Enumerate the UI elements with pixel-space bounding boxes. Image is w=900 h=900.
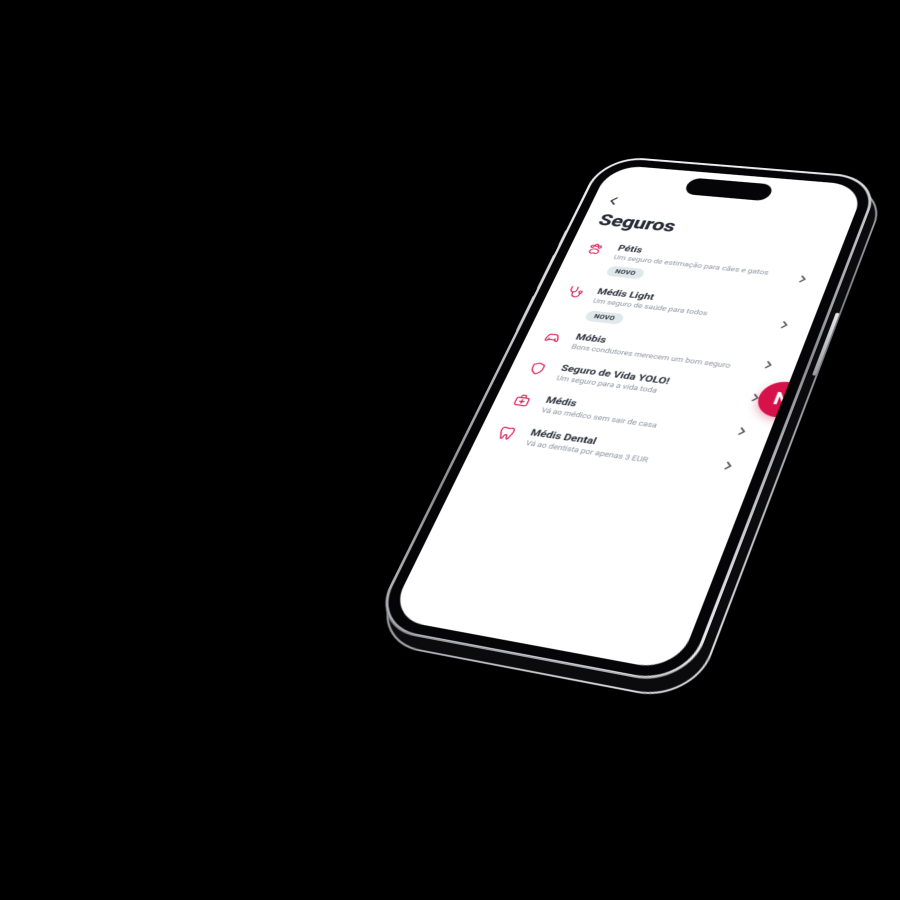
new-badge: NOVO <box>584 310 625 325</box>
chevron-right-icon <box>778 320 795 330</box>
stethoscope-icon <box>561 284 587 301</box>
paw-icon <box>582 241 608 257</box>
floating-action-label: N <box>770 389 793 410</box>
car-icon <box>539 328 566 346</box>
list-item[interactable]: Médis Vá ao médico sem sair de casa <box>507 390 756 443</box>
shield-icon <box>524 359 551 377</box>
phone-mockup: N Seguros <box>369 155 882 688</box>
insurance-list: Pétis Um seguro de estimação para cães e… <box>491 240 818 479</box>
chevron-right-icon <box>735 426 752 437</box>
item-title: Médis Dental <box>529 427 719 464</box>
chevron-right-icon <box>722 461 740 472</box>
chevron-right-icon <box>762 360 779 370</box>
chevron-right-icon <box>749 392 766 403</box>
tooth-icon <box>493 423 521 442</box>
phone-frame: N Seguros <box>369 155 882 688</box>
item-desc: Vá ao médico sem sair de casa <box>539 407 727 440</box>
back-button[interactable] <box>607 196 621 206</box>
chevron-right-icon <box>797 274 813 284</box>
new-badge: NOVO <box>605 266 646 280</box>
medkit-icon <box>509 391 536 410</box>
item-desc: Vá ao dentista por apenas 3 EUR <box>523 440 712 475</box>
list-item[interactable]: Médis Dental Vá ao dentista por apenas 3… <box>491 423 742 479</box>
